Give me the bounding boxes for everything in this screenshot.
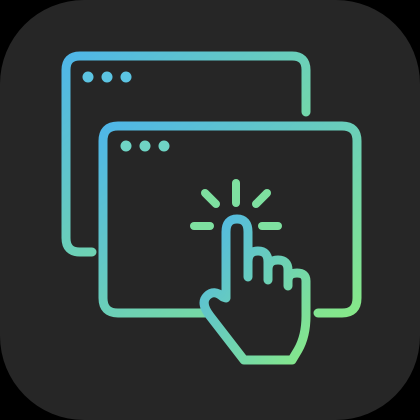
back-window-dots-icon bbox=[82, 71, 132, 83]
app-icon-artwork bbox=[61, 51, 362, 365]
app-icon[interactable] bbox=[0, 0, 420, 420]
front-window-dots-icon bbox=[120, 140, 170, 152]
pointing-hand-icon bbox=[199, 214, 311, 365]
